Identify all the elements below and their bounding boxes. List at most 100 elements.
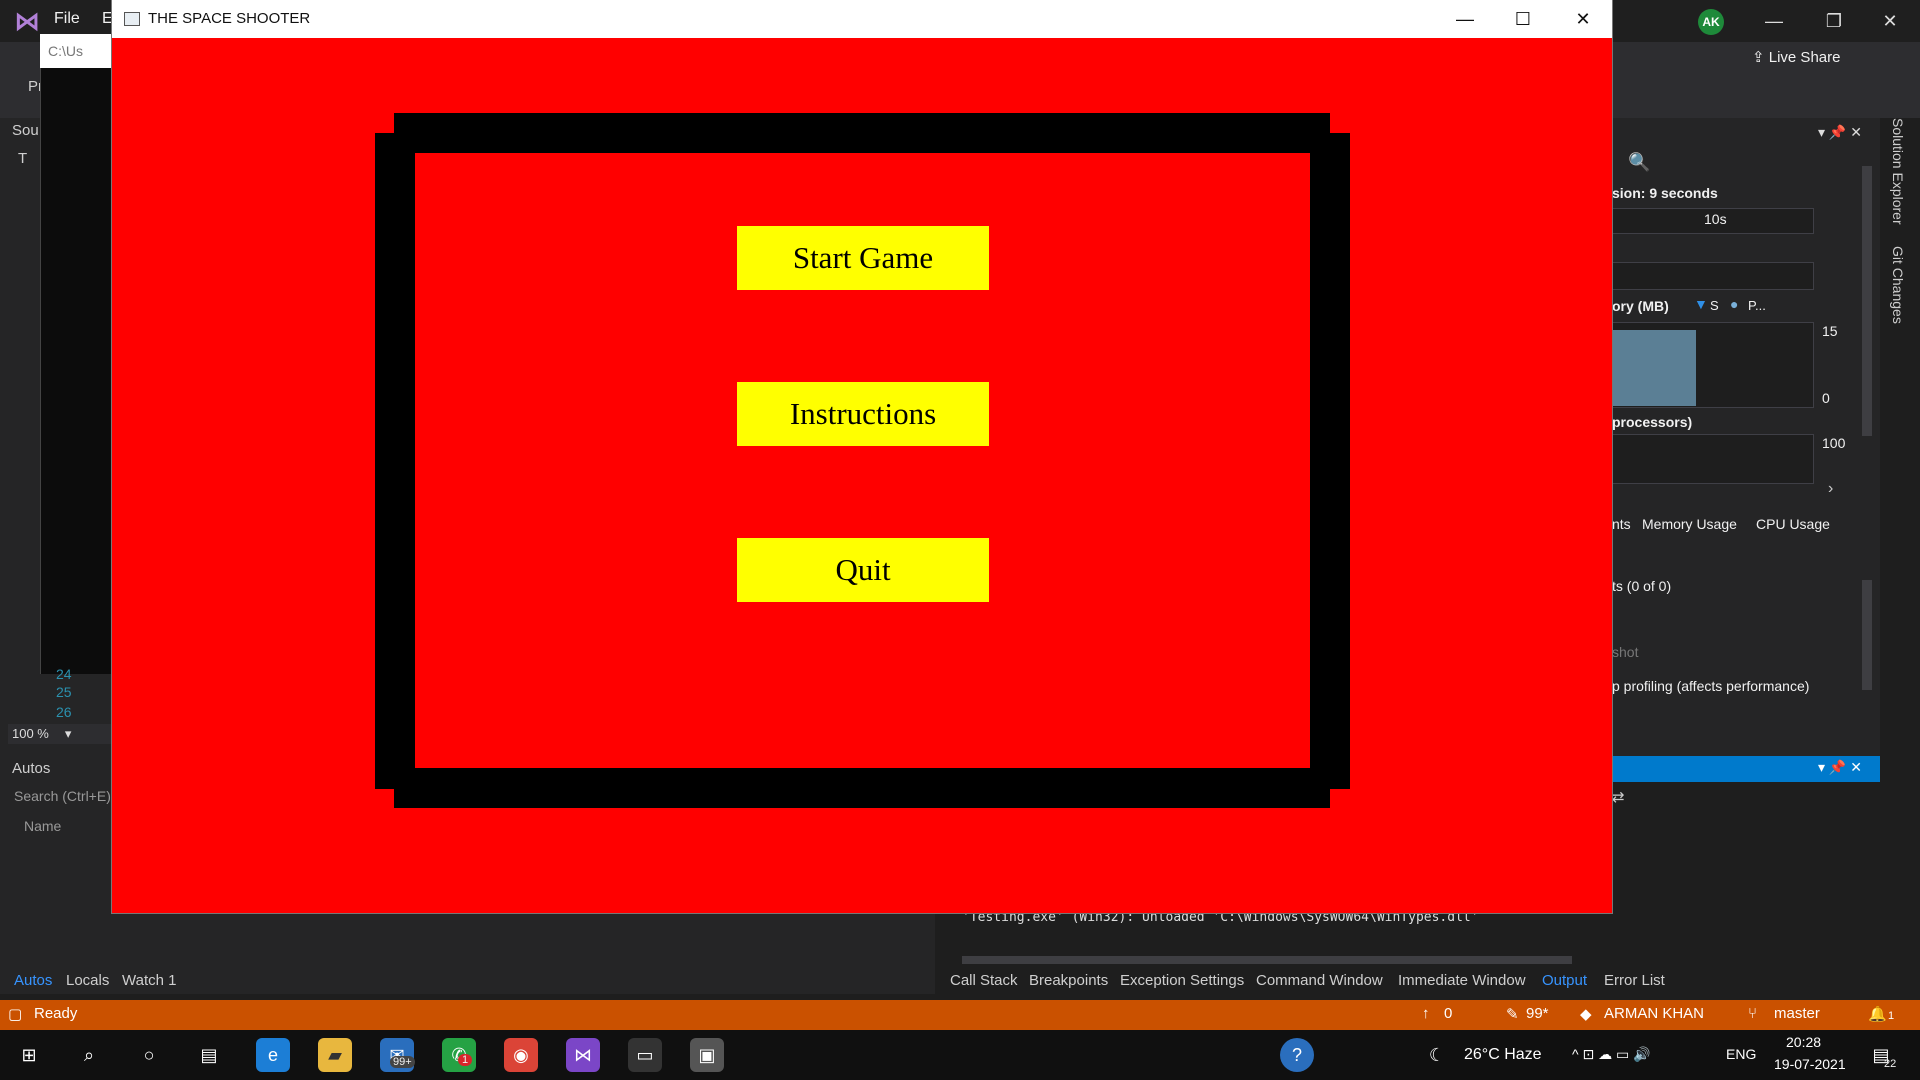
status-branch[interactable]: master xyxy=(1774,1005,1820,1022)
system-tray-icons[interactable]: ^ ⊡ ☁ ▭ 🔊 xyxy=(1572,1046,1651,1063)
zoom-select[interactable]: 100 % ▾ xyxy=(8,724,112,744)
cortana-icon[interactable]: ○ xyxy=(132,1038,166,1072)
action-center-count: 22 xyxy=(1884,1058,1897,1070)
visual-studio-logo-icon: ⋈ xyxy=(14,6,40,36)
source-label: Sou xyxy=(12,122,39,139)
cpu-graph xyxy=(1612,434,1814,484)
chrome-icon[interactable]: ◉ xyxy=(504,1038,538,1072)
output-scrollbar[interactable] xyxy=(962,956,1572,964)
word-wrap-icon[interactable]: ⇄ xyxy=(1612,788,1625,806)
menu-frame-bottom xyxy=(394,768,1330,808)
windows-start-icon[interactable]: ⊞ xyxy=(12,1038,46,1072)
autos-name-column: Name xyxy=(24,818,62,834)
tab-watch-1[interactable]: Watch 1 xyxy=(122,972,176,989)
game-titlebar[interactable]: THE SPACE SHOOTER — ☐ ✕ xyxy=(112,0,1612,38)
weather-moon-icon: ☾ xyxy=(1428,1045,1446,1065)
notification-bell-icon[interactable]: 🔔 xyxy=(1868,1005,1887,1023)
line-number: 25 xyxy=(56,684,72,700)
language-indicator[interactable]: ENG xyxy=(1726,1046,1756,1062)
edge-browser-icon[interactable]: e xyxy=(256,1038,290,1072)
tab-locals[interactable]: Locals xyxy=(66,972,109,989)
tab-events[interactable]: nts xyxy=(1612,516,1631,532)
memory-graph-fill xyxy=(1612,330,1696,406)
snapshot-legend-icon: ▼ xyxy=(1694,296,1708,312)
autos-search-input[interactable]: Search (Ctrl+E) xyxy=(14,788,111,804)
tab-git-changes[interactable]: Git Changes xyxy=(1890,246,1906,324)
game-window-taskbar-icon[interactable]: ▣ xyxy=(690,1038,724,1072)
tab-solution-explorer[interactable]: Solution Explorer xyxy=(1890,118,1906,225)
start-game-button[interactable]: Start Game xyxy=(737,226,989,290)
instructions-button[interactable]: Instructions xyxy=(737,382,989,446)
console-title[interactable]: C:\Us xyxy=(40,34,120,68)
zoom-in-icon[interactable]: 🔍 xyxy=(1628,152,1650,173)
tab-exception-settings[interactable]: Exception Settings xyxy=(1120,972,1244,989)
clock-time[interactable]: 20:28 xyxy=(1786,1034,1821,1050)
tab-immediate-window[interactable]: Immediate Window xyxy=(1398,972,1526,989)
menu-file[interactable]: File xyxy=(54,10,80,28)
mail-badge: 99+ xyxy=(390,1056,415,1068)
terminal-icon[interactable]: ▭ xyxy=(628,1038,662,1072)
legend-private-bytes: P... xyxy=(1748,298,1766,313)
maximize-icon[interactable]: ☐ xyxy=(1500,6,1546,32)
live-share-button[interactable]: ⇪ Live Share xyxy=(1752,48,1840,66)
memory-label: ory (MB) xyxy=(1612,298,1669,314)
share-icon: ⇪ xyxy=(1752,49,1769,66)
heap-profiling-option[interactable]: p profiling (affects performance) xyxy=(1612,678,1809,694)
chevron-right-icon[interactable]: › xyxy=(1828,480,1833,498)
tab-breakpoints[interactable]: Breakpoints xyxy=(1029,972,1108,989)
menu-frame-left xyxy=(375,133,415,789)
diag-lower-scrollbar[interactable] xyxy=(1862,580,1872,690)
app-window-icon xyxy=(124,12,140,26)
help-icon[interactable]: ? xyxy=(1280,1038,1314,1072)
game-window-title: THE SPACE SHOOTER xyxy=(148,10,311,27)
weather-text[interactable]: 26°C Haze xyxy=(1464,1046,1542,1064)
autos-title: Autos xyxy=(12,760,51,777)
tab-autos[interactable]: Autos xyxy=(14,972,52,989)
pencil-icon[interactable]: ✎ xyxy=(1506,1005,1519,1023)
menu-frame-right xyxy=(1310,133,1350,789)
legend-snapshot: S xyxy=(1710,298,1719,313)
take-snapshot[interactable]: shot xyxy=(1612,644,1638,660)
cpu-max: 100 xyxy=(1822,435,1846,451)
push-count[interactable]: 0 xyxy=(1444,1005,1452,1022)
session-duration: sion: 9 seconds xyxy=(1612,185,1718,201)
events-track xyxy=(1612,262,1814,290)
close-icon[interactable]: ✕ xyxy=(1560,6,1606,32)
cpu-label: processors) xyxy=(1612,414,1693,430)
vs-close-icon[interactable]: ✕ xyxy=(1870,8,1910,34)
clock-date[interactable]: 19-07-2021 xyxy=(1774,1056,1846,1072)
visual-studio-icon[interactable]: ⋈ xyxy=(566,1038,600,1072)
minimize-icon[interactable]: — xyxy=(1442,6,1488,32)
diag-scrollbar[interactable] xyxy=(1862,166,1872,436)
game-window[interactable]: THE SPACE SHOOTER — ☐ ✕ Start Game Instr… xyxy=(112,0,1612,913)
push-arrow-icon[interactable]: ↑ xyxy=(1422,1005,1430,1022)
quit-button[interactable]: Quit xyxy=(737,538,989,602)
memory-min: 0 xyxy=(1822,390,1830,406)
private-bytes-legend-icon: ● xyxy=(1730,296,1739,312)
tab-call-stack[interactable]: Call Stack xyxy=(950,972,1018,989)
repo-icon[interactable]: ◆ xyxy=(1580,1005,1592,1023)
tab-output[interactable]: Output xyxy=(1542,972,1587,989)
status-ready: Ready xyxy=(34,1005,78,1022)
file-explorer-icon[interactable]: ▰ xyxy=(318,1038,352,1072)
vs-minimize-icon[interactable]: — xyxy=(1754,8,1794,34)
events-count: ts (0 of 0) xyxy=(1612,578,1672,594)
branch-icon[interactable]: ⑂ xyxy=(1748,1005,1757,1022)
search-icon[interactable]: ⌕ xyxy=(72,1038,106,1072)
status-user[interactable]: ARMAN KHAN xyxy=(1604,1005,1704,1022)
vs-restore-icon[interactable]: ❐ xyxy=(1814,8,1854,34)
timeline-tick-10s: 10s xyxy=(1704,211,1727,227)
tab-memory-usage[interactable]: Memory Usage xyxy=(1642,516,1737,532)
tab-command-window[interactable]: Command Window xyxy=(1256,972,1383,989)
status-icon: ▢ xyxy=(8,1006,23,1023)
tab-error-list[interactable]: Error List xyxy=(1604,972,1665,989)
panel-options-icons[interactable]: ▾ 📌 ✕ xyxy=(1818,124,1862,141)
chevron-down-icon: ▾ xyxy=(64,726,72,741)
user-avatar[interactable]: AK xyxy=(1698,9,1724,35)
output-header-icons[interactable]: ▾ 📌 ✕ xyxy=(1818,759,1862,776)
tab-cpu-usage[interactable]: CPU Usage xyxy=(1756,516,1830,532)
task-view-icon[interactable]: ▤ xyxy=(192,1038,226,1072)
changes-count[interactable]: 99* xyxy=(1526,1005,1549,1022)
whatsapp-badge: 1 xyxy=(458,1054,473,1066)
memory-max: 15 xyxy=(1822,323,1838,339)
